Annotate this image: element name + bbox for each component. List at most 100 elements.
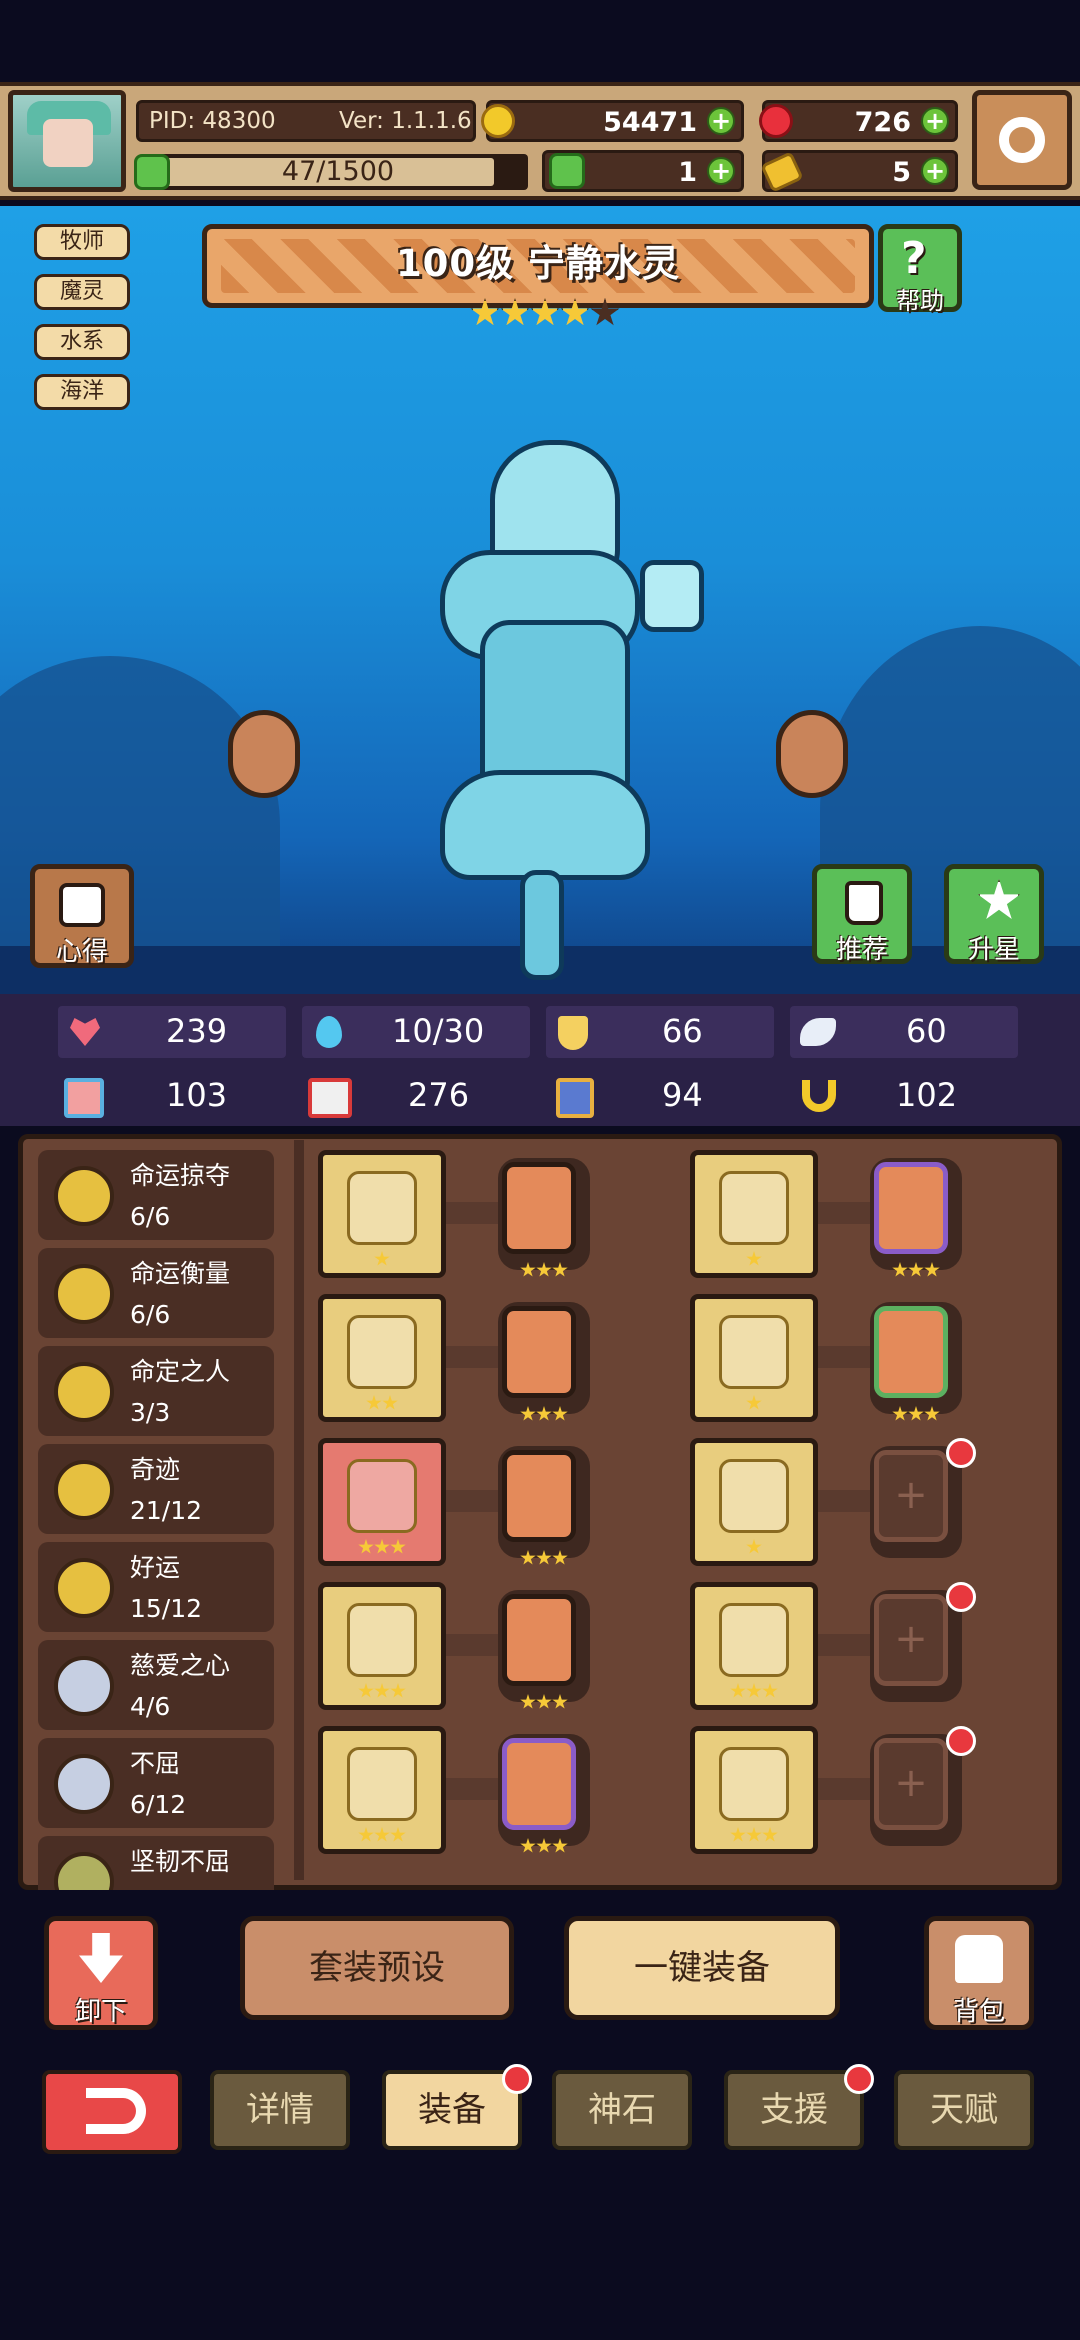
bag-button[interactable]: 背包 bbox=[924, 1916, 1034, 2030]
notes-label: 心得 bbox=[55, 937, 108, 967]
equipment-slot[interactable] bbox=[318, 1294, 446, 1422]
wing-icon bbox=[800, 1018, 836, 1046]
clover-counter: 1 + bbox=[542, 150, 744, 192]
auto-equip-button[interactable]: 一键装备 bbox=[564, 1916, 840, 2020]
notification-dot bbox=[946, 1582, 976, 1612]
recommend-button[interactable]: 推荐 bbox=[812, 864, 912, 965]
key-counter: 5 + bbox=[760, 150, 958, 193]
gem-socket[interactable] bbox=[498, 1158, 590, 1277]
equipment-slot[interactable] bbox=[318, 1438, 446, 1566]
star-icon bbox=[552, 1406, 568, 1421]
set-bonus-item[interactable]: 命定之人 3/3 bbox=[38, 1346, 274, 1436]
help-button[interactable]: ? 帮助 bbox=[878, 224, 962, 315]
nav-tab[interactable]: 装备 bbox=[382, 2064, 532, 2150]
set-progress: 4/6 bbox=[130, 1692, 171, 1721]
star-icon bbox=[520, 1406, 536, 1421]
gem-socket[interactable]: + bbox=[870, 1726, 976, 1846]
hero-title: 100级 宁静水灵 bbox=[395, 242, 681, 285]
equipment-slot[interactable] bbox=[690, 1294, 818, 1422]
star-icon bbox=[552, 1550, 568, 1565]
set-bonus-item[interactable]: 奇迹 21/12 bbox=[38, 1444, 274, 1534]
settings-button[interactable] bbox=[972, 90, 1072, 190]
set-bonus-item[interactable]: 命运掠夺 6/6 bbox=[38, 1150, 274, 1240]
tag-element: 水系 bbox=[34, 324, 130, 360]
gem-socket[interactable] bbox=[870, 1302, 962, 1421]
add-keys-button[interactable]: + bbox=[921, 157, 949, 185]
star-rating bbox=[498, 1694, 590, 1714]
socket-link bbox=[446, 1634, 502, 1656]
set-progress: 6/6 bbox=[130, 1300, 171, 1329]
add-gold-button[interactable]: + bbox=[707, 107, 735, 135]
help-label: 帮助 bbox=[896, 287, 944, 315]
add-gems-button[interactable]: + bbox=[921, 107, 949, 135]
gem-stone-icon bbox=[874, 1162, 948, 1254]
preset-button[interactable]: 套装预设 bbox=[240, 1916, 514, 2020]
equipment-slot[interactable] bbox=[690, 1582, 818, 1710]
tag-race: 魔灵 bbox=[34, 274, 130, 310]
star-icon bbox=[374, 1827, 390, 1842]
star-icon bbox=[520, 1550, 536, 1565]
thumbs-up-icon bbox=[845, 881, 883, 925]
star-icon bbox=[560, 298, 590, 326]
star-icon bbox=[536, 1262, 552, 1277]
stat-luck-value: 102 bbox=[896, 1076, 958, 1114]
stat-defense-value: 66 bbox=[662, 1012, 703, 1050]
star-icon bbox=[908, 1262, 924, 1277]
hero-star-rating bbox=[470, 298, 620, 334]
set-bonus-item[interactable]: 坚韧不屈 bbox=[38, 1836, 274, 1890]
notes-button[interactable]: 心得 bbox=[30, 864, 134, 968]
equipment-slot[interactable] bbox=[318, 1150, 446, 1278]
crown-icon bbox=[719, 1171, 789, 1245]
nav-tab[interactable]: 详情 bbox=[210, 2070, 350, 2150]
stat-resist-value: 94 bbox=[662, 1076, 703, 1114]
stat-hp: 239 bbox=[58, 1006, 286, 1058]
set-bonus-item[interactable]: 好运 15/12 bbox=[38, 1542, 274, 1632]
set-bonus-item[interactable]: 不屈 6/12 bbox=[38, 1738, 274, 1828]
star-icon bbox=[552, 1694, 568, 1709]
star-icon bbox=[530, 298, 560, 326]
unequip-button[interactable]: 卸下 bbox=[44, 1916, 158, 2030]
clover-icon bbox=[549, 153, 585, 189]
equipment-slot[interactable] bbox=[690, 1438, 818, 1566]
equipment-slot[interactable] bbox=[318, 1726, 446, 1854]
star-icon bbox=[374, 1683, 390, 1698]
set-name: 奇迹 bbox=[130, 1455, 181, 1484]
nav-tab[interactable]: 支援 bbox=[724, 2064, 874, 2150]
gem-socket[interactable] bbox=[498, 1590, 590, 1709]
star-icon bbox=[762, 1827, 778, 1842]
book-icon bbox=[308, 1078, 352, 1118]
nav-tab[interactable]: 天赋 bbox=[894, 2070, 1034, 2150]
scepter-icon bbox=[347, 1171, 417, 1245]
nav-tab[interactable]: 神石 bbox=[552, 2070, 692, 2150]
gem-socket[interactable]: + bbox=[870, 1438, 976, 1558]
set-name: 命定之人 bbox=[130, 1357, 231, 1386]
star-rating bbox=[695, 1251, 813, 1271]
equipment-slot[interactable] bbox=[690, 1150, 818, 1278]
socket-link bbox=[818, 1202, 874, 1224]
stat-defense: 66 bbox=[546, 1006, 774, 1058]
equipment-slot[interactable] bbox=[690, 1726, 818, 1854]
back-button[interactable] bbox=[42, 2070, 182, 2154]
stat-mana: 10/30 bbox=[302, 1006, 530, 1058]
set-bonus-item[interactable]: 慈爱之心 4/6 bbox=[38, 1640, 274, 1730]
gem-socket[interactable] bbox=[498, 1734, 590, 1853]
set-bonus-item[interactable]: 命运衡量 6/6 bbox=[38, 1248, 274, 1338]
set-progress: 21/12 bbox=[130, 1496, 203, 1525]
gem-socket[interactable] bbox=[498, 1446, 590, 1565]
gem-socket[interactable] bbox=[498, 1302, 590, 1421]
star-icon bbox=[500, 298, 530, 326]
star-up-label: 升星 bbox=[967, 935, 1020, 965]
star-icon bbox=[552, 1262, 568, 1277]
set-bonus-list[interactable]: 命运掠夺 6/6 命运衡量 6/6 命定之人 3/3 奇迹 21/12 好运 1… bbox=[34, 1150, 284, 1890]
key-amount: 5 bbox=[892, 157, 911, 188]
star-up-button[interactable]: 升星 bbox=[944, 864, 1044, 965]
star-icon bbox=[358, 1539, 374, 1554]
empty-gem-slot: + bbox=[874, 1594, 948, 1686]
gem-socket[interactable]: + bbox=[870, 1582, 976, 1702]
empty-star-icon bbox=[590, 298, 620, 326]
gem-socket[interactable] bbox=[870, 1158, 962, 1277]
player-avatar[interactable] bbox=[8, 90, 126, 192]
add-clover-button[interactable]: + bbox=[707, 157, 735, 185]
star-icon bbox=[470, 298, 500, 326]
equipment-slot[interactable] bbox=[318, 1582, 446, 1710]
